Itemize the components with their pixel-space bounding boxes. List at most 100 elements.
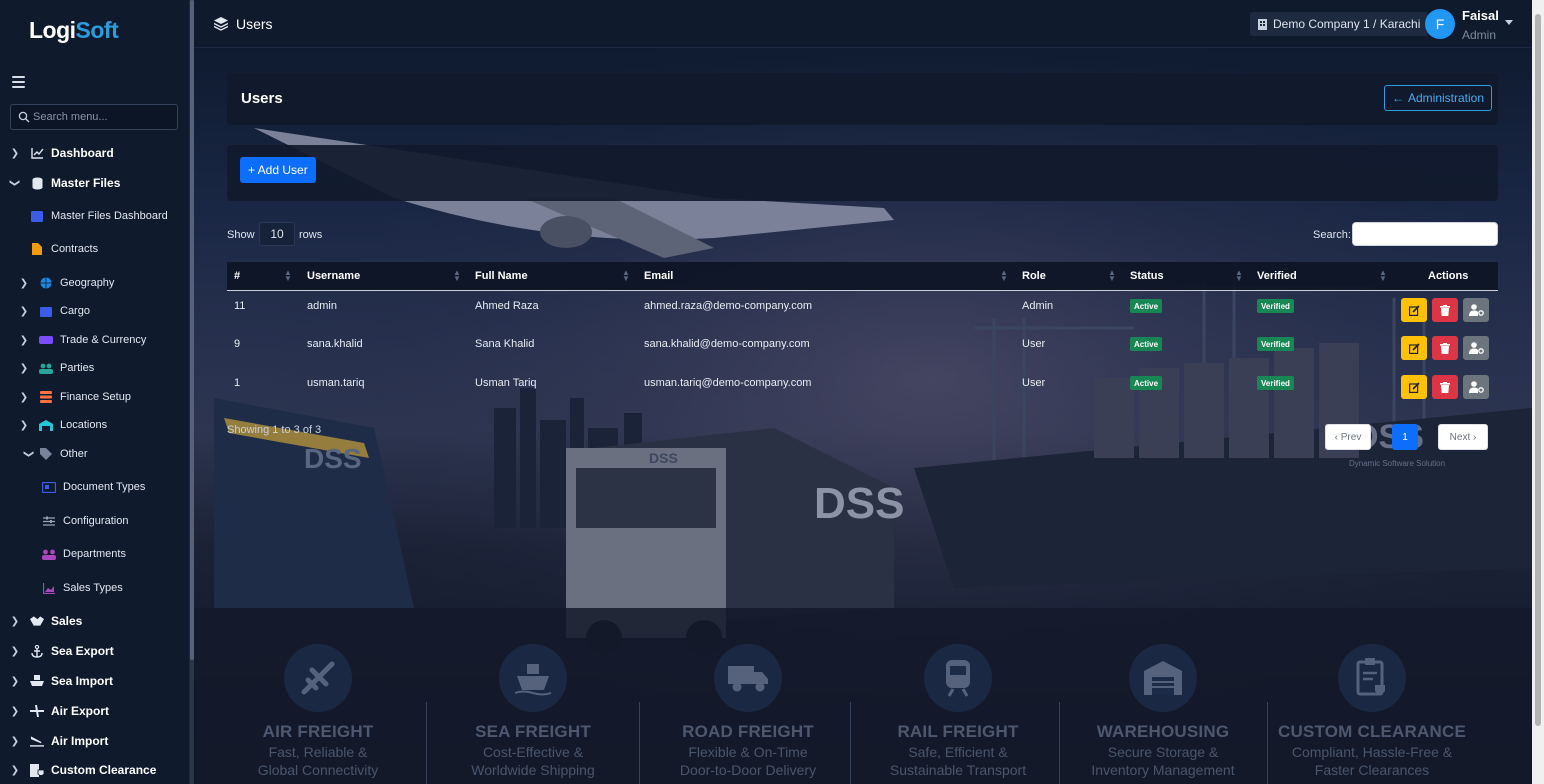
main-scrollbar[interactable] — [1532, 0, 1544, 784]
sidebar-item-departments[interactable]: Departments — [0, 543, 189, 565]
sidebar-item-other[interactable]: ❯ Other — [0, 443, 189, 465]
pagination-prev-button[interactable]: ‹ Prev — [1325, 424, 1371, 450]
main-scrollbar-thumb[interactable] — [1535, 14, 1541, 726]
sidebar-item-configuration[interactable]: Configuration — [0, 510, 189, 532]
add-user-button[interactable]: + Add User — [240, 157, 316, 183]
tags-icon — [39, 447, 53, 461]
sidebar-item-document-types[interactable]: Document Types — [0, 476, 189, 498]
trash-icon — [1440, 342, 1450, 354]
plane-icon — [30, 704, 44, 718]
sidebar-item-master-files[interactable]: ❯ Master Files — [0, 172, 189, 194]
sidebar-scrollbar[interactable] — [190, 0, 194, 784]
verified-badge: Verified — [1257, 337, 1294, 351]
chevron-right-icon: ❯ — [19, 419, 29, 431]
edit-button[interactable] — [1401, 375, 1427, 399]
col-header-username[interactable]: Username — [307, 270, 360, 282]
verified-badge: Verified — [1257, 299, 1294, 313]
user-permissions-button[interactable] — [1463, 298, 1489, 322]
delete-button[interactable] — [1432, 298, 1458, 322]
edit-icon — [1408, 342, 1420, 354]
administration-button[interactable]: ← Administration — [1384, 85, 1493, 111]
sidebar-search[interactable] — [10, 104, 178, 130]
anchor-icon — [30, 644, 44, 658]
divider — [426, 702, 427, 784]
delete-button[interactable] — [1432, 336, 1458, 360]
sort-icon: ▲ ▼ — [1235, 268, 1243, 283]
sidebar-item-dashboard[interactable]: ❯ Dashboard — [0, 142, 189, 164]
sort-icon: ▲ ▼ — [1379, 268, 1387, 283]
sidebar-item-trade-currency[interactable]: ❯ Trade & Currency — [0, 329, 189, 351]
dashboard-grid-icon — [30, 209, 44, 223]
chevron-right-icon: ❯ — [10, 764, 20, 776]
cell-id: 1 — [234, 377, 241, 389]
user-menu-caret-icon[interactable] — [1505, 20, 1513, 25]
sidebar-item-air-import[interactable]: ❯ Air Import — [0, 730, 189, 752]
user-name[interactable]: Faisal — [1462, 8, 1499, 23]
exchange-icon — [39, 333, 53, 347]
chevron-right-icon: ❯ — [19, 362, 29, 374]
edit-button[interactable] — [1401, 336, 1427, 360]
hamburger-menu-icon[interactable] — [12, 76, 26, 88]
sidebar-item-locations[interactable]: ❯ Locations — [0, 414, 189, 436]
table-row[interactable]: 1 usman.tariq Usman Tariq usman.tariq@de… — [227, 368, 1498, 406]
table-row[interactable]: 11 admin Ahmed Raza ahmed.raza@demo-comp… — [227, 291, 1498, 329]
cell-role: User — [1022, 377, 1046, 389]
table-search-input[interactable] — [1352, 222, 1498, 246]
sidebar-item-master-files-dashboard[interactable]: Master Files Dashboard — [0, 205, 189, 227]
sidebar-item-custom-clearance[interactable]: ❯ Custom Clearance — [0, 759, 189, 781]
svg-text:DSS: DSS — [814, 479, 904, 528]
cell-username: admin — [307, 300, 337, 312]
edit-icon — [1408, 381, 1420, 393]
col-header-role[interactable]: Role — [1022, 270, 1046, 282]
sidebar-item-geography[interactable]: ❯ Geography — [0, 272, 189, 294]
sidebar-item-sea-export[interactable]: ❯ Sea Export — [0, 640, 189, 662]
sidebar-item-sales[interactable]: ❯ Sales — [0, 610, 189, 632]
col-header-id[interactable]: # — [234, 270, 240, 282]
service-sea-freight: SEA FREIGHT Cost-Effective & Worldwide S… — [433, 640, 633, 784]
user-permissions-button[interactable] — [1463, 375, 1489, 399]
top-bar: Users Demo Company 1 / Karachi F Faisal … — [194, 0, 1532, 48]
sliders-icon — [42, 514, 56, 528]
rows-per-page-select[interactable]: 10 — [259, 222, 295, 246]
sidebar-item-cargo[interactable]: ❯ Cargo — [0, 300, 189, 322]
delete-button[interactable] — [1432, 375, 1458, 399]
service-warehousing: WAREHOUSING Secure Storage & Inventory M… — [1063, 640, 1263, 784]
service-road-freight: ROAD FREIGHT Flexible & On-Time Door-to-… — [648, 640, 848, 784]
col-header-full-name[interactable]: Full Name — [475, 270, 528, 282]
airplane-icon — [284, 644, 352, 712]
globe-icon — [39, 276, 53, 290]
sidebar-search-input[interactable] — [33, 108, 173, 126]
status-badge: Active — [1130, 376, 1163, 390]
company-location-badge[interactable]: Demo Company 1 / Karachi — [1250, 12, 1429, 36]
col-header-verified[interactable]: Verified — [1257, 270, 1297, 282]
sidebar-item-air-export[interactable]: ❯ Air Export — [0, 700, 189, 722]
warehouse-icon — [1129, 644, 1197, 712]
table-row[interactable]: 9 sana.khalid Sana Khalid sana.khalid@de… — [227, 329, 1498, 367]
chevron-right-icon: ❯ — [19, 277, 29, 289]
sidebar-item-contracts[interactable]: Contracts — [0, 238, 189, 260]
pagination-page-1[interactable]: 1 — [1392, 424, 1418, 450]
svg-text:Dynamic Software Solution: Dynamic Software Solution — [1349, 459, 1445, 468]
show-label: Show — [227, 229, 255, 241]
divider — [1059, 702, 1060, 784]
layers-icon — [214, 17, 228, 31]
edit-icon — [1408, 304, 1420, 316]
col-header-status[interactable]: Status — [1130, 270, 1164, 282]
sidebar-item-sales-types[interactable]: Sales Types — [0, 577, 189, 599]
sidebar-item-finance-setup[interactable]: ❯ Finance Setup — [0, 386, 189, 408]
user-permissions-button[interactable] — [1463, 336, 1489, 360]
divider — [639, 702, 640, 784]
col-header-email[interactable]: Email — [644, 270, 673, 282]
coins-icon — [39, 390, 53, 404]
user-cog-icon — [1468, 304, 1484, 316]
sidebar-scrollbar-thumb[interactable] — [190, 0, 194, 660]
pagination-next-button[interactable]: Next › — [1438, 424, 1488, 450]
sidebar-item-sea-import[interactable]: ❯ Sea Import — [0, 670, 189, 692]
table-search-label: Search: — [1313, 229, 1351, 241]
sidebar-item-parties[interactable]: ❯ Parties — [0, 357, 189, 379]
user-avatar[interactable]: F — [1425, 9, 1455, 39]
edit-button[interactable] — [1401, 298, 1427, 322]
service-rail-freight: RAIL FREIGHT Safe, Efficient & Sustainab… — [858, 640, 1058, 784]
trash-icon — [1440, 304, 1450, 316]
chevron-right-icon: ❯ — [10, 705, 20, 717]
